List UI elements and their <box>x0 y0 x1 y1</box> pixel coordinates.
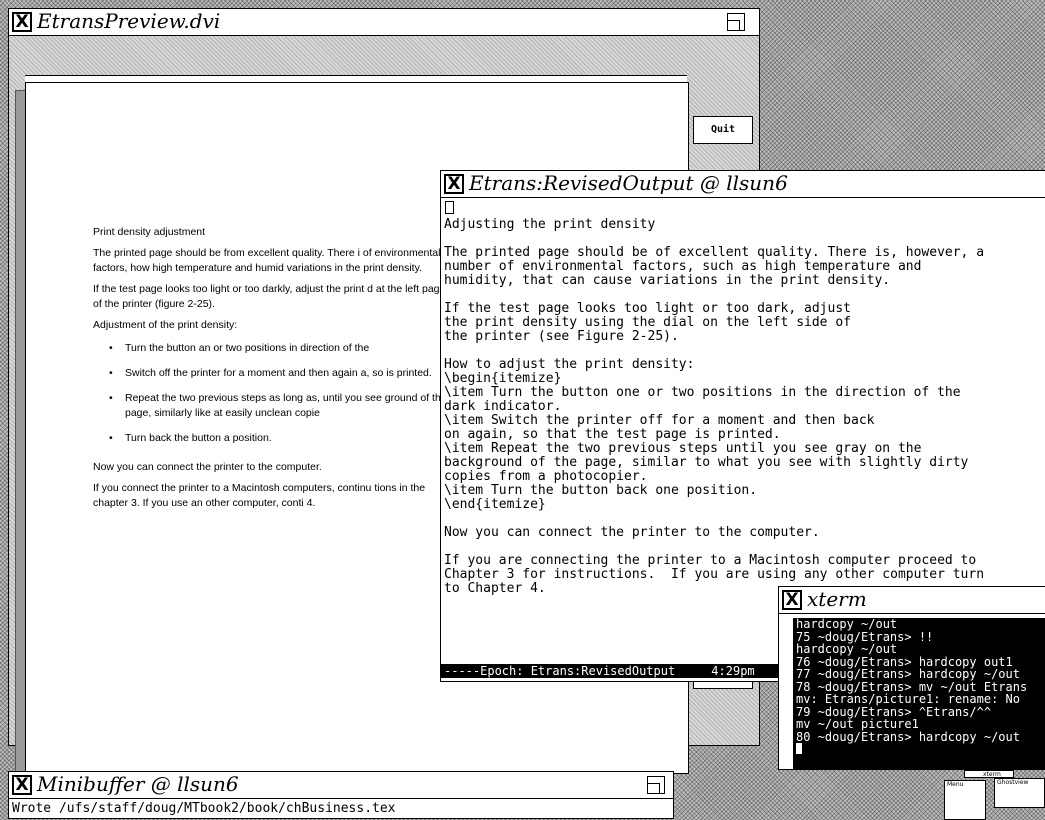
xterm-window: X xterm hardcopy ~/out 75 ~doug/Etrans> … <box>778 586 1045 770</box>
preview-titlebar[interactable]: X EtransPreview.dvi <box>9 9 759 36</box>
x-window-icon[interactable]: X <box>782 590 802 610</box>
page-paragraph: Now you can connect the printer to the c… <box>93 461 322 473</box>
list-item: Switch off the printer for a moment and … <box>109 366 453 381</box>
page-paragraph: The printed page should be from excellen… <box>93 247 441 274</box>
terminal-output[interactable]: hardcopy ~/out 75 ~doug/Etrans> !! hardc… <box>793 618 1045 769</box>
page-paragraph: Adjustment of the print density: <box>93 319 238 331</box>
icon-manager: xterm Menu Ghostview <box>944 768 1045 820</box>
page-heading: Print density adjustment <box>93 226 206 238</box>
minibuffer-title: Minibuffer @ llsun6 <box>37 772 239 796</box>
emacs-cursor <box>445 201 454 214</box>
page-top-edge <box>25 75 687 82</box>
page-paragraph: If the test page looks too light or too … <box>93 283 446 310</box>
icon-manager-xterm-label: xterm <box>983 771 1001 778</box>
list-item: Turn back the button a position. <box>109 431 453 446</box>
icon-manager-ghostview[interactable]: Ghostview <box>994 778 1045 808</box>
list-item: Repeat the two previous steps as long as… <box>109 391 453 421</box>
quit-button[interactable]: Quit <box>693 116 753 144</box>
preview-title: EtransPreview.dvi <box>37 9 221 33</box>
terminal-cursor <box>796 743 802 754</box>
icon-manager-ghostview-label: Ghostview <box>997 779 1029 786</box>
resize-icon[interactable] <box>647 776 665 794</box>
emacs-title: Etrans:RevisedOutput @ llsun6 <box>469 171 788 195</box>
icon-manager-xterm[interactable]: xterm <box>964 770 1014 778</box>
x-window-icon[interactable]: X <box>444 174 464 194</box>
x-window-icon[interactable]: X <box>12 775 32 795</box>
page-paragraph: If you connect the printer to a Macintos… <box>93 482 426 509</box>
minibuffer-window: X Minibuffer @ llsun6 Wrote /ufs/staff/d… <box>8 771 674 819</box>
icon-manager-menu[interactable]: Menu <box>944 780 986 820</box>
minibuffer-titlebar[interactable]: X Minibuffer @ llsun6 <box>9 772 673 799</box>
x-window-icon[interactable]: X <box>12 12 32 32</box>
xterm-title: xterm <box>807 587 867 611</box>
resize-icon[interactable] <box>727 13 745 31</box>
list-item: Turn the button an or two positions in d… <box>109 341 453 356</box>
icon-manager-menu-label: Menu <box>947 781 964 788</box>
page-bullet-list: Turn the button an or two positions in d… <box>109 341 453 446</box>
terminal-lines: hardcopy ~/out 75 ~doug/Etrans> !! hardc… <box>796 618 1028 744</box>
minibuffer-message: Wrote /ufs/staff/doug/MTbook2/book/chBus… <box>12 801 396 816</box>
emacs-titlebar[interactable]: X Etrans:RevisedOutput @ llsun6 <box>441 171 1045 198</box>
xterm-titlebar[interactable]: X xterm <box>779 587 1045 614</box>
